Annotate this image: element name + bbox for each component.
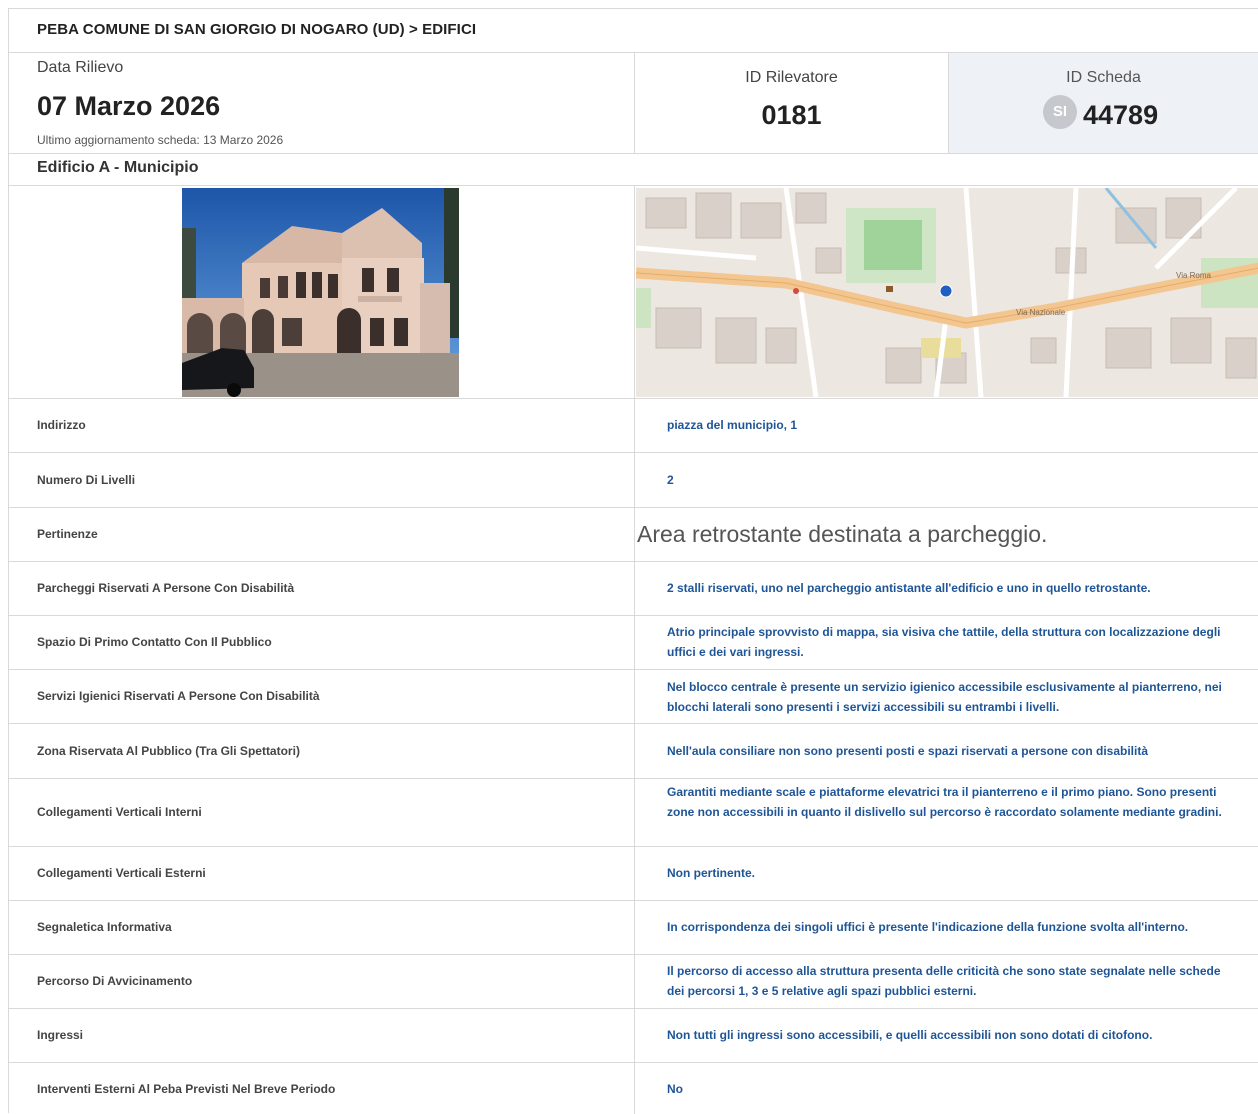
row-value: Non pertinente. [667, 866, 756, 880]
divider [948, 53, 949, 154]
row-value: Area retrostante destinata a parcheggio. [637, 521, 1048, 547]
last-update-text: Ultimo aggiornamento scheda: 13 Marzo 20… [37, 133, 284, 147]
row-value: No [667, 1082, 683, 1096]
row-value: Nell'aula consiliare non sono presenti p… [667, 744, 1148, 758]
row-value: In corrispondenza dei singoli uffici è p… [667, 920, 1189, 934]
row-label: Pertinenze [37, 527, 98, 541]
row-value: Nel blocco centrale è presente un serviz… [667, 680, 1222, 714]
row-label: Interventi Esterni Al Peba Previsti Nel … [37, 1082, 336, 1096]
row-value: Non tutti gli ingressi sono accessibili,… [667, 1028, 1153, 1042]
row-label: Numero Di Livelli [37, 473, 136, 487]
row-label: Collegamenti Verticali Esterni [37, 866, 206, 880]
card-id-label: ID Scheda [1066, 69, 1141, 86]
card-id-badge: SI [1043, 95, 1077, 129]
row-value: piazza del municipio, 1 [667, 418, 798, 432]
row-value: 2 stalli riservati, uno nel parcheggio a… [667, 581, 1151, 595]
divider [634, 53, 635, 154]
row-label: Zona Riservata Al Pubblico (Tra Gli Spet… [37, 744, 300, 758]
row-label: Spazio Di Primo Contatto Con Il Pubblico [37, 635, 272, 649]
page-title-bar: PEBA COMUNE DI SAN GIORGIO DI NOGARO (UD… [9, 9, 1258, 53]
row-label: Servizi Igienici Riservati A Persone Con… [37, 689, 320, 703]
row-value: Il percorso di accesso alla struttura pr… [667, 964, 1221, 998]
row-label: Parcheggi Riservati A Persone Con Disabi… [37, 581, 295, 595]
row-value: 2 [667, 473, 674, 487]
row-label: Percorso Di Avvicinamento [37, 974, 193, 988]
row-label: Indirizzo [37, 418, 86, 432]
building-name: Edificio A - Municipio [37, 159, 199, 176]
row-value: Garantiti mediante scale e piattaforme e… [667, 785, 1222, 819]
card-id-box: ID Scheda SI 44789 [948, 53, 1258, 153]
survey-date-label: Data Rilievo [37, 59, 124, 76]
surveyor-id-value: 0181 [761, 100, 822, 130]
surveyor-id-label: ID Rilevatore [745, 69, 838, 86]
building-card: PEBA COMUNE DI SAN GIORGIO DI NOGARO (UD… [8, 8, 1258, 1114]
row-label: Collegamenti Verticali Interni [37, 805, 202, 819]
page-title: PEBA COMUNE DI SAN GIORGIO DI NOGARO (UD… [37, 21, 477, 38]
surveyor-id-box: ID Rilevatore 0181 [635, 53, 948, 153]
row-value: Atrio principale sprovvisto di mappa, si… [667, 625, 1221, 659]
card-id-value: 44789 [1083, 100, 1159, 130]
row-label: Ingressi [37, 1028, 84, 1042]
row-label: Segnaletica Informativa [37, 920, 172, 934]
survey-date-value: 07 Marzo 2026 [37, 91, 221, 121]
